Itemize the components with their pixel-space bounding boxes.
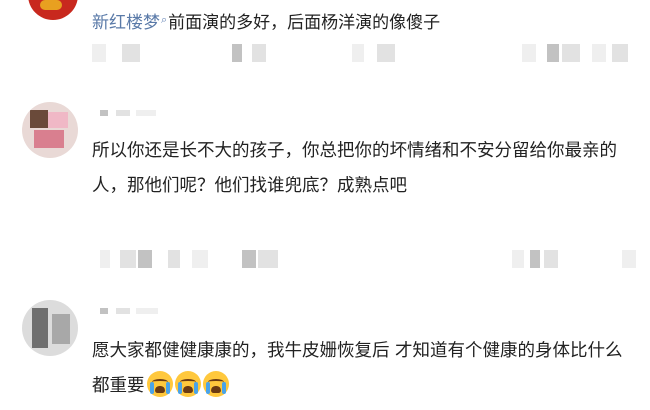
comment-text: 愿大家都健健康康的，我牛皮姗恢复后 才知道有个健康的身体比什么都重要	[92, 334, 632, 404]
search-icon: ⌕	[161, 13, 168, 26]
username-link[interactable]: 新红楼梦	[92, 13, 160, 33]
avatar[interactable]	[28, 0, 78, 20]
comment-text: 前面演的多好，后面杨洋演的像傻子	[168, 13, 441, 33]
crying-face-icon	[146, 371, 173, 397]
avatar[interactable]	[22, 300, 78, 356]
avatar[interactable]	[22, 102, 78, 158]
comment-meta-blurred	[92, 44, 632, 62]
comment-meta-blurred	[92, 250, 636, 268]
comment-1: 新红楼梦⌕前面演的多好，后面杨洋演的像傻子	[92, 8, 440, 33]
crying-face-icon	[202, 371, 229, 397]
comment-text: 所以你还是长不大的孩子，你总把你的坏情绪和不安分留给你最亲的人，那他们呢？他们找…	[92, 141, 617, 196]
username-blurred	[100, 308, 180, 318]
crying-face-icon	[174, 371, 201, 397]
username-blurred	[100, 110, 180, 120]
